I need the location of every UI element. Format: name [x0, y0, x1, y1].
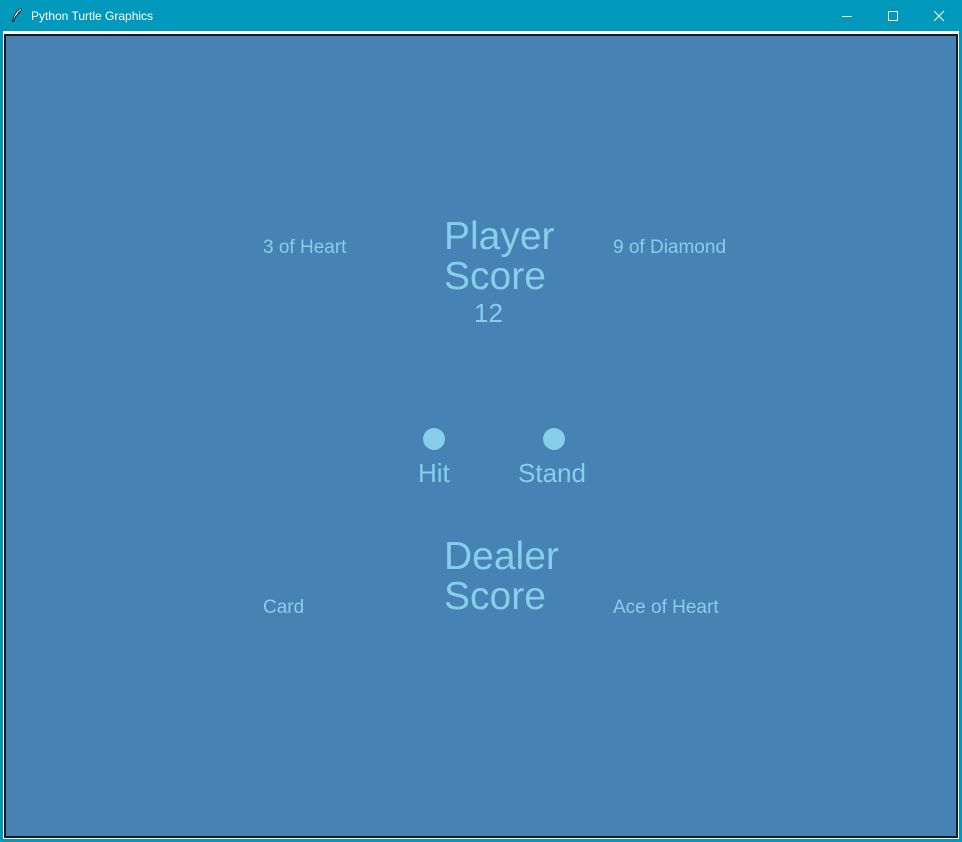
- player-label-line1: Player: [444, 215, 555, 258]
- maximize-icon: [888, 10, 898, 21]
- dealer-label-line1: Dealer: [444, 535, 559, 578]
- player-score-value: 12: [474, 298, 503, 328]
- turtle-window: Python Turtle Graphics 3 of Heart Player…: [0, 0, 962, 842]
- window-title: Python Turtle Graphics: [31, 9, 154, 23]
- dealer-card-left: Card: [263, 597, 305, 618]
- hit-button[interactable]: [423, 428, 445, 450]
- player-card-left: 3 of Heart: [263, 237, 347, 258]
- stand-button[interactable]: [543, 428, 565, 450]
- close-button[interactable]: [916, 0, 962, 31]
- player-card-right: 9 of Diamond: [613, 237, 727, 258]
- turtle-canvas[interactable]: 3 of Heart Player Score 12 9 of Diamond …: [6, 36, 956, 836]
- hit-label[interactable]: Hit: [418, 458, 450, 488]
- minimize-button[interactable]: [824, 0, 870, 31]
- title-bar[interactable]: Python Turtle Graphics: [0, 0, 962, 31]
- stand-label[interactable]: Stand: [518, 458, 586, 488]
- close-icon: [933, 10, 945, 21]
- player-label-line2: Score: [444, 255, 546, 298]
- feather-icon: [12, 7, 22, 23]
- dealer-card-right: Ace of Heart: [613, 597, 719, 618]
- minimize-icon: [842, 15, 852, 17]
- maximize-button[interactable]: [870, 0, 916, 31]
- dealer-label-line2: Score: [444, 575, 546, 618]
